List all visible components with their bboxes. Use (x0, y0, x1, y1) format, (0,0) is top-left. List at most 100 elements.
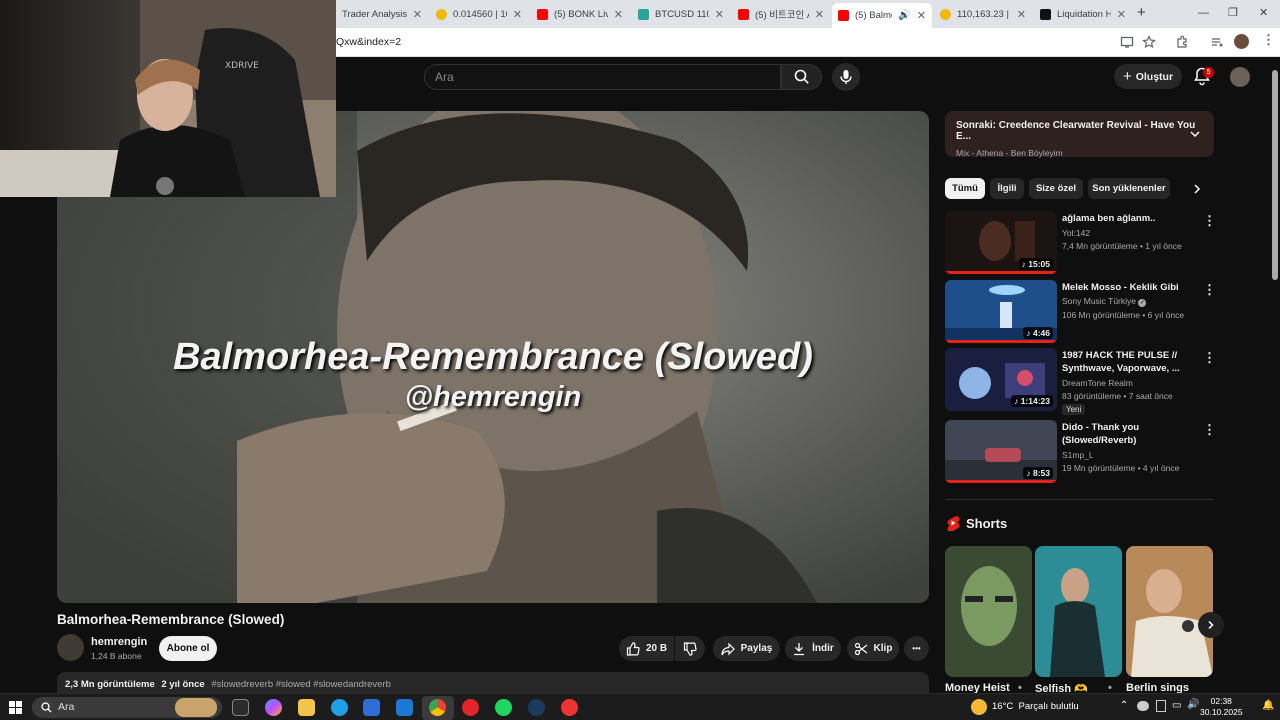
shorts-heading: Shorts (966, 516, 1008, 531)
clip-button[interactable]: Klip (847, 636, 899, 661)
up-next-prefix: Sonraki: (956, 120, 997, 131)
chip-recently-uploaded[interactable]: Son yüklenenler (1088, 178, 1170, 199)
network-icon[interactable]: ▭ (1172, 700, 1181, 711)
video-thumbnail[interactable]: ♪ 8:53 (945, 420, 1057, 483)
more-options-icon[interactable]: ⋮ (1203, 350, 1216, 366)
scissors-icon (854, 642, 867, 655)
extensions-icon[interactable] (1175, 35, 1189, 49)
tab-close-icon[interactable]: ✕ (513, 8, 522, 21)
recommendation-item[interactable]: ♪ 15:05 ağlama ben ağlanm.. Yol:142 7,4 … (945, 211, 1216, 275)
shorts-icon (947, 516, 960, 531)
binance-icon (436, 8, 447, 20)
task-view-icon[interactable] (232, 699, 249, 716)
device-icon[interactable] (1156, 700, 1166, 712)
browser-tab-active[interactable]: (5) Balmor 🔊 ✕ (832, 3, 932, 28)
recommendation-item[interactable]: ♪ 4:46 Melek Mosso - Keklik Gibi Sony Mu… (945, 280, 1216, 344)
subscribe-button[interactable]: Abone ol (159, 636, 217, 661)
chip-for-you[interactable]: Size özel (1029, 178, 1083, 199)
store-icon[interactable] (363, 699, 380, 716)
close-window-button[interactable]: ✕ (1259, 6, 1268, 19)
search-button[interactable] (781, 64, 822, 90)
tab-close-icon[interactable]: ✕ (815, 8, 824, 21)
tab-label: BTCUSD 11015 (655, 8, 709, 20)
new-tab-button[interactable]: + (1137, 4, 1146, 21)
chip-all[interactable]: Tümü (945, 178, 985, 199)
windows-start-icon[interactable] (9, 701, 22, 714)
search-input[interactable]: Ara (424, 64, 781, 90)
video-thumbnail[interactable]: ♪ 1:14:23 (945, 348, 1057, 411)
recommendation-item[interactable]: ♪ 1:14:23 1987 HACK THE PULSE // Synthwa… (945, 348, 1216, 415)
short-item[interactable] (1126, 546, 1213, 677)
speaker-icon[interactable]: 🔊 (898, 10, 910, 21)
tab-close-icon[interactable]: ✕ (614, 8, 623, 21)
browser-menu-icon[interactable]: ⋮ (1262, 32, 1275, 48)
shorts-next-button[interactable] (1198, 612, 1224, 638)
tab-close-icon[interactable]: ✕ (1017, 8, 1026, 21)
weather-text[interactable]: 16°C Parçalı bulutlu (992, 701, 1079, 712)
hashtags[interactable]: #slowedreverb #slowed #slowedandreverb (211, 679, 391, 690)
channel-name[interactable]: hemrengin (91, 636, 147, 648)
browser-tab[interactable]: (5) BONK Live ✕ (531, 3, 629, 25)
like-button[interactable]: 20 B (619, 636, 674, 661)
video-duration: ♪ 8:53 (1023, 467, 1053, 479)
video-duration: ♪ 1:14:23 (1011, 395, 1053, 407)
copilot-icon[interactable] (265, 699, 282, 716)
scrollbar-thumb[interactable] (1272, 70, 1278, 280)
cast-icon[interactable] (1120, 35, 1134, 49)
share-button[interactable]: Paylaş (713, 636, 780, 661)
media-control-icon[interactable] (1210, 35, 1224, 49)
voice-search-button[interactable] (832, 63, 860, 91)
more-actions-button[interactable]: ••• (904, 636, 929, 661)
up-next-card[interactable]: Sonraki: Creedence Clearwater Revival - … (945, 111, 1214, 158)
browser-tab[interactable]: (5) 비트코인 AI ✕ (732, 3, 830, 25)
short-item[interactable] (945, 546, 1032, 677)
minimize-button[interactable]: — (1198, 7, 1209, 19)
tab-close-icon[interactable]: ✕ (1117, 8, 1126, 21)
chip-related[interactable]: İlgili (990, 178, 1024, 199)
channel-avatar[interactable] (57, 634, 84, 661)
browser-tab[interactable]: 0.014560 | 100 ✕ (430, 3, 528, 25)
more-options-icon[interactable]: ⋮ (1203, 422, 1216, 438)
browser-tab[interactable]: BTCUSD 11015 ✕ (632, 3, 730, 25)
tab-close-icon[interactable]: ✕ (715, 8, 724, 21)
dislike-button[interactable] (675, 636, 705, 661)
onedrive-icon[interactable] (1137, 701, 1149, 711)
chevron-right-icon[interactable] (1191, 183, 1203, 195)
volume-icon[interactable]: 🔊 (1187, 699, 1199, 710)
recommendation-item[interactable]: ♪ 8:53 Dido - Thank you (Slowed/Reverb) … (945, 420, 1216, 484)
mail-icon[interactable] (396, 699, 413, 716)
search-icon (41, 702, 52, 713)
browser-tab[interactable]: Trader Analysis ✕ (336, 3, 428, 25)
like-count: 20 B (645, 643, 668, 654)
tab-close-icon[interactable]: ✕ (917, 9, 926, 22)
bookmark-star-icon[interactable] (1142, 35, 1156, 49)
chevron-up-icon[interactable]: ⌃ (1120, 700, 1128, 711)
tab-close-icon[interactable]: ✕ (413, 8, 422, 21)
webcam-overlay: XDRIVE (0, 0, 336, 197)
browser-tab[interactable]: Liquidation He ✕ (1034, 3, 1132, 25)
share-icon (721, 642, 735, 655)
chrome-icon[interactable] (429, 699, 446, 716)
profile-avatar[interactable] (1234, 34, 1249, 49)
more-options-icon[interactable]: ⋮ (1203, 213, 1216, 229)
opera-icon[interactable] (462, 699, 479, 716)
browser-tab[interactable]: 110,163.23 | BT ✕ (934, 3, 1032, 25)
notification-center-icon[interactable]: 🔔 (1262, 700, 1274, 711)
video-thumbnail[interactable]: ♪ 15:05 (945, 211, 1057, 274)
file-explorer-icon[interactable] (298, 699, 315, 716)
steam-icon[interactable] (528, 699, 545, 716)
video-thumbnail[interactable]: ♪ 4:46 (945, 280, 1057, 343)
restore-button[interactable]: ❐ (1228, 6, 1238, 19)
chevron-down-icon[interactable] (1189, 128, 1201, 140)
short-item[interactable] (1035, 546, 1122, 677)
obs-icon[interactable] (561, 699, 578, 716)
spotify-icon[interactable] (495, 699, 512, 716)
account-avatar[interactable] (1230, 67, 1250, 87)
url-text[interactable]: Qxw&index=2 (336, 36, 401, 48)
download-button[interactable]: İndir (785, 636, 841, 661)
create-button[interactable]: + Oluştur (1114, 64, 1182, 89)
taskbar-clock[interactable]: 02:38 30.10.2025 (1200, 696, 1243, 718)
more-options-icon[interactable]: ⋮ (1203, 282, 1216, 298)
music-note-icon: ♪ (1014, 396, 1021, 406)
edge-icon[interactable] (331, 699, 348, 716)
